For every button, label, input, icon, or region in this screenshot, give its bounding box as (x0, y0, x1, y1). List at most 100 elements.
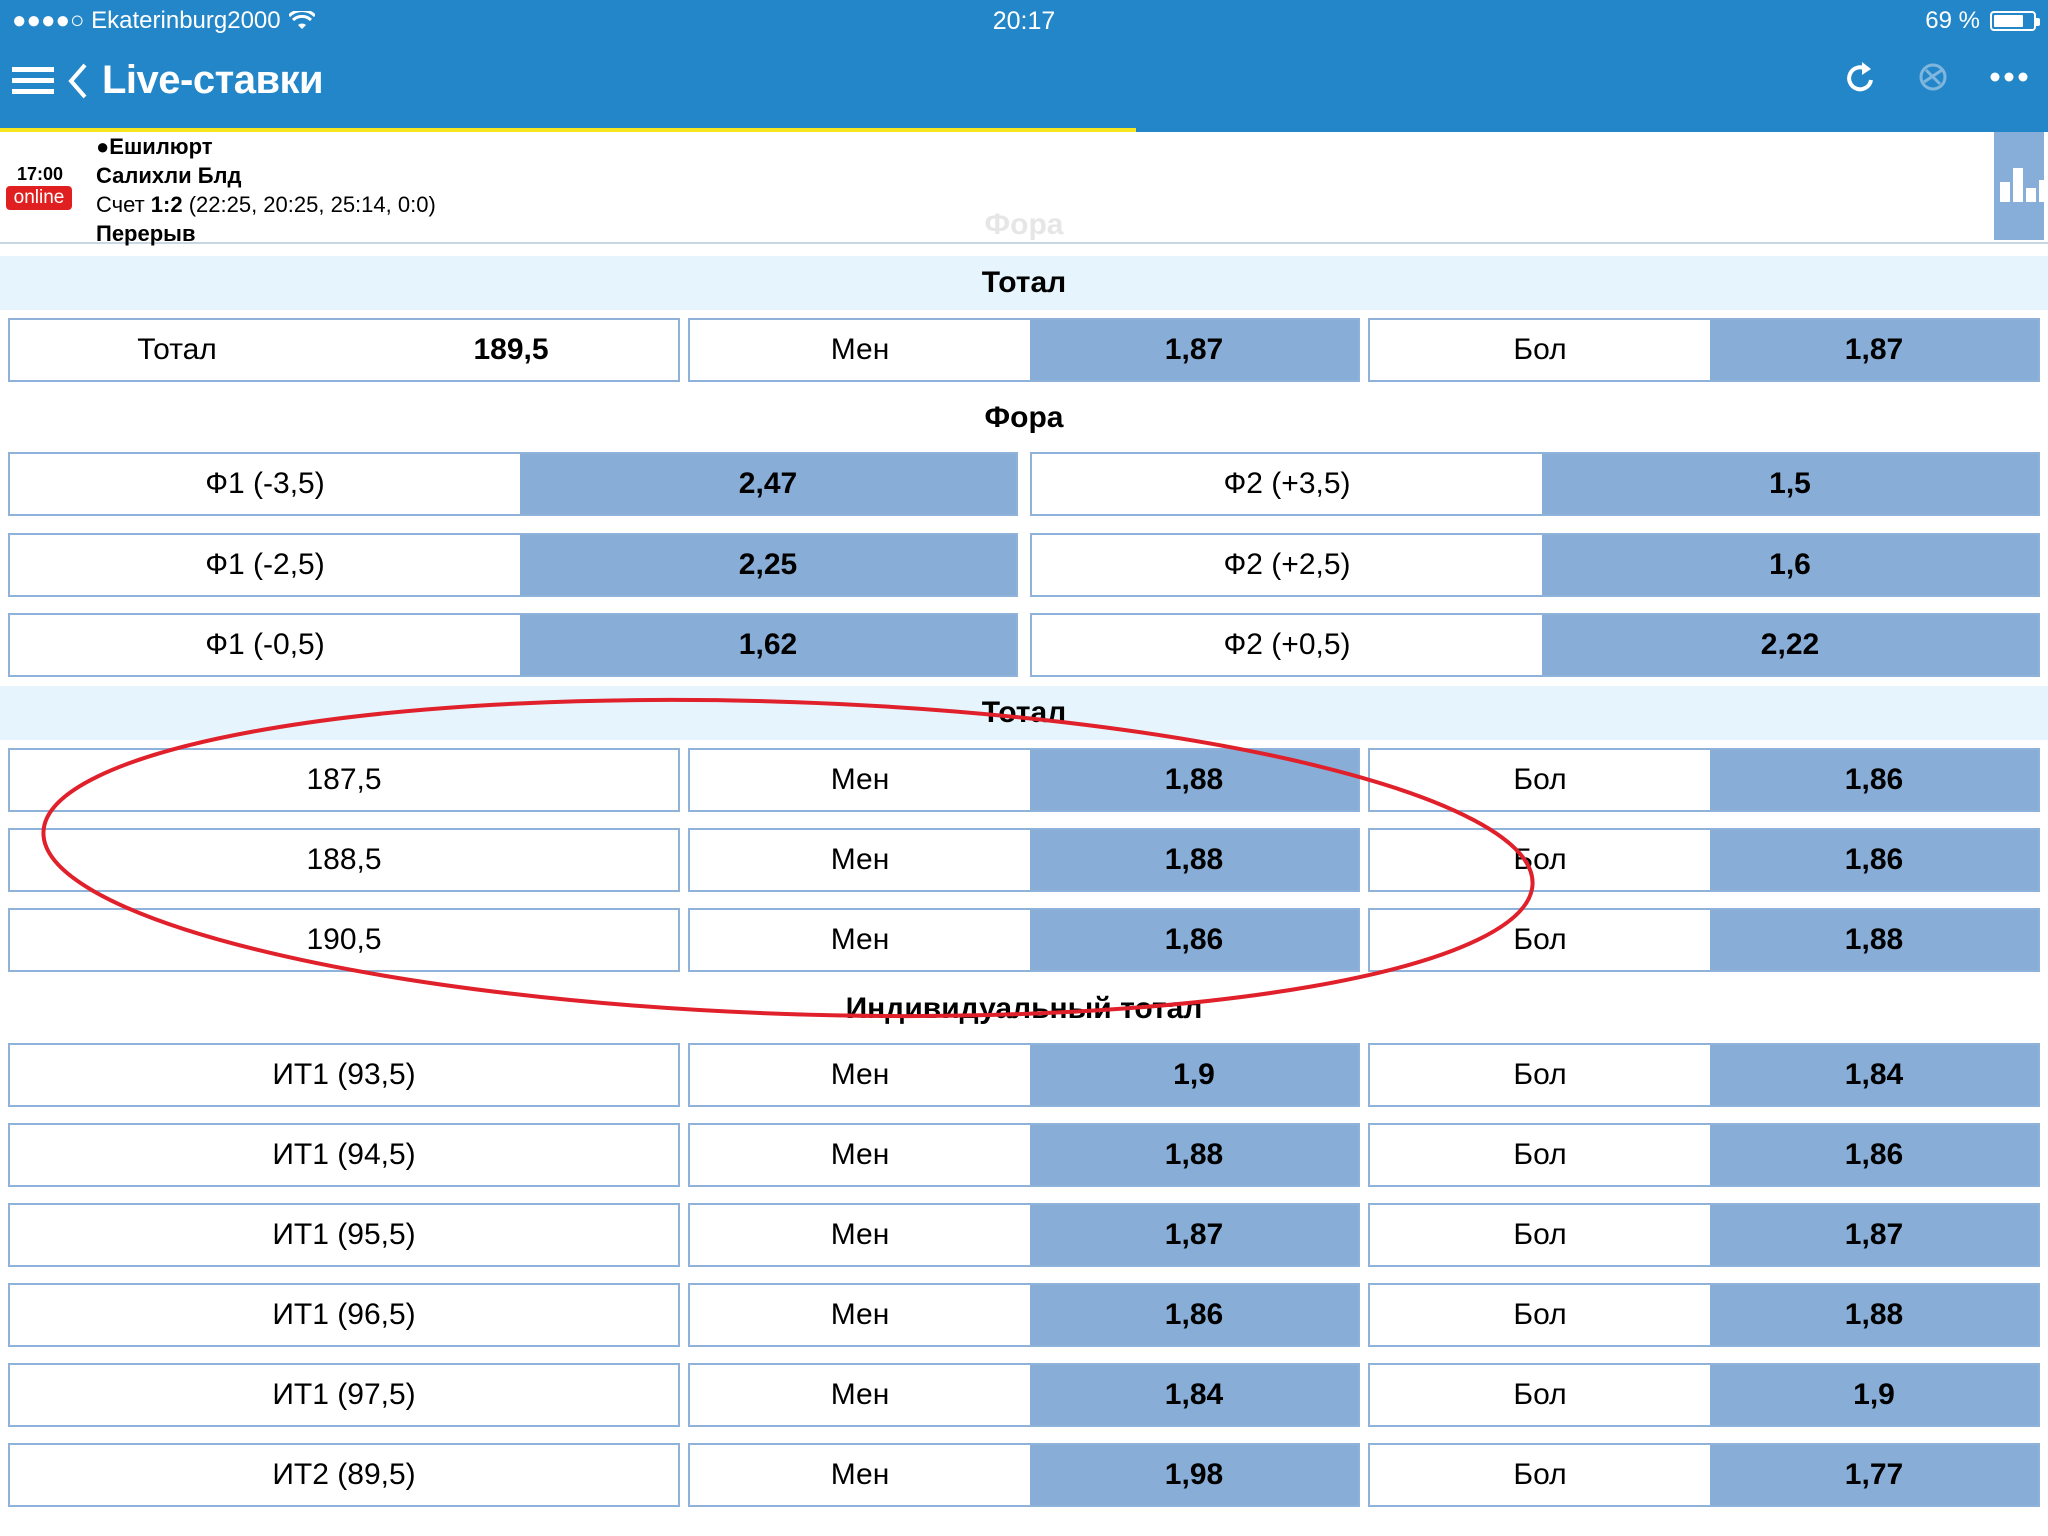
handicap-f2-button[interactable]: Ф2 (+3,5) 1,5 (1030, 452, 2040, 516)
over-odd: 1,84 (1710, 1045, 2038, 1105)
over-label: Бол (1513, 843, 1567, 876)
battery-icon (1990, 11, 2040, 31)
over-label: Бол (1513, 923, 1567, 956)
over-label: Бол (1513, 1138, 1567, 1171)
total-alt-line-cell: 187,5 (8, 748, 680, 812)
individual-total-line-label: ИТ1 (96,5) (272, 1298, 416, 1331)
individual-total-line-cell: ИТ1 (93,5) (8, 1043, 680, 1107)
under-label: Мен (830, 923, 890, 956)
under-odd: 1,86 (1030, 1285, 1358, 1345)
battery-group: 69 % (1925, 7, 2040, 35)
under-label: Мен (830, 843, 890, 876)
total-alt-over-button[interactable]: Бол 1,86 (1368, 748, 2040, 812)
status-bar: ●●●●○ Ekaterinburg2000 20:17 69 % (0, 0, 2048, 40)
under-label: Мен (830, 1458, 890, 1491)
total-alt-line-label: 188,5 (306, 843, 382, 876)
individual-total-under-button[interactable]: Мен 1,98 (688, 1443, 1360, 1507)
total-alt-row: 187,5 Мен 1,88 Бол 1,86 (8, 748, 2040, 812)
individual-total-line-label: ИТ2 (89,5) (272, 1458, 416, 1491)
over-odd: 1,86 (1710, 750, 2038, 810)
individual-total-line-label: ИТ1 (97,5) (272, 1378, 416, 1411)
nav-right-group (1844, 60, 2028, 94)
total-main-over-button[interactable]: Бол 1,87 (1368, 318, 2040, 382)
under-label: Мен (830, 1298, 890, 1331)
under-odd: 1,88 (1030, 1125, 1358, 1185)
total-alt-row: 190,5 Мен 1,86 Бол 1,88 (8, 908, 2040, 972)
handicap-f1-button[interactable]: Ф1 (-0,5) 1,62 (8, 613, 1018, 677)
handicap-row: Ф1 (-2,5) 2,25 Ф2 (+2,5) 1,6 (8, 533, 2040, 597)
handicap-odd: 2,22 (1542, 615, 2038, 675)
individual-total-row: ИТ1 (95,5) Мен 1,87 Бол 1,87 (8, 1203, 2040, 1267)
under-label: Мен (830, 763, 890, 796)
team2-name: Салихли Блд (96, 163, 242, 188)
total-alt-over-button[interactable]: Бол 1,88 (1368, 908, 2040, 972)
handicap-f1-button[interactable]: Ф1 (-3,5) 2,47 (8, 452, 1018, 516)
under-label: Мен (830, 1218, 890, 1251)
individual-total-over-button[interactable]: Бол 1,86 (1368, 1123, 2040, 1187)
over-odd: 1,86 (1710, 830, 2038, 890)
individual-total-over-button[interactable]: Бол 1,9 (1368, 1363, 2040, 1427)
match-header[interactable]: 17:00 online ●Ешилюрт Салихли Блд Счет 1… (0, 132, 2048, 246)
total-alt-under-button[interactable]: Мен 1,88 (688, 828, 1360, 892)
under-odd: 1,88 (1030, 830, 1358, 890)
handicap-f2-button[interactable]: Ф2 (+2,5) 1,6 (1030, 533, 2040, 597)
under-odd: 1,84 (1030, 1365, 1358, 1425)
individual-total-under-button[interactable]: Мен 1,87 (688, 1203, 1360, 1267)
individual-total-under-button[interactable]: Мен 1,84 (688, 1363, 1360, 1427)
back-chevron-icon[interactable] (68, 63, 88, 99)
total-alt-line-label: 187,5 (306, 763, 382, 796)
handicap-odd: 2,25 (520, 535, 1016, 595)
under-odd: 1,9 (1030, 1045, 1358, 1105)
nav-left-group: Live-ставки (12, 58, 324, 103)
total-alt-under-button[interactable]: Мен 1,86 (688, 908, 1360, 972)
handicap-label: Ф2 (+3,5) (1223, 467, 1351, 500)
online-badge: online (6, 186, 72, 210)
over-label: Бол (1513, 1458, 1567, 1491)
individual-total-line-label: ИТ1 (94,5) (272, 1138, 416, 1171)
statistics-button[interactable] (1994, 132, 2048, 240)
total-alt-over-button[interactable]: Бол 1,86 (1368, 828, 2040, 892)
over-odd: 1,9 (1710, 1365, 2038, 1425)
individual-total-over-button[interactable]: Бол 1,77 (1368, 1443, 2040, 1507)
menu-icon[interactable] (12, 66, 54, 96)
under-odd: 1,98 (1030, 1445, 1358, 1505)
handicap-f2-button[interactable]: Ф2 (+0,5) 2,22 (1030, 613, 2040, 677)
handicap-f1-button[interactable]: Ф1 (-2,5) 2,25 (8, 533, 1018, 597)
total-alt-under-button[interactable]: Мен 1,88 (688, 748, 1360, 812)
section-heading-individual-total: Индивидуальный тотал (845, 992, 1203, 1025)
over-odd: 1,87 (1710, 320, 2038, 380)
statistics-icon (2000, 168, 2048, 202)
individual-total-line-cell: ИТ1 (95,5) (8, 1203, 680, 1267)
individual-total-over-button[interactable]: Бол 1,84 (1368, 1043, 2040, 1107)
under-odd: 1,87 (1030, 320, 1358, 380)
individual-total-over-button[interactable]: Бол 1,87 (1368, 1203, 2040, 1267)
total-alt-row: 188,5 Мен 1,88 Бол 1,86 (8, 828, 2040, 892)
over-label: Бол (1513, 1378, 1567, 1411)
over-label: Бол (1513, 1058, 1567, 1091)
refresh-icon[interactable] (1844, 60, 1876, 94)
page-title: Live-ставки (102, 58, 324, 102)
over-odd: 1,88 (1710, 910, 2038, 970)
total-alt-line-cell: 188,5 (8, 828, 680, 892)
handicap-label: Ф2 (+0,5) (1223, 628, 1351, 661)
more-icon[interactable] (1990, 72, 2028, 82)
handicap-label: Ф1 (-0,5) (205, 628, 325, 661)
broadcast-icon[interactable] (1916, 60, 1950, 94)
individual-total-under-button[interactable]: Мен 1,9 (688, 1043, 1360, 1107)
individual-total-line-cell: ИТ2 (89,5) (8, 1443, 680, 1507)
total-main-under-button[interactable]: Мен 1,87 (688, 318, 1360, 382)
over-odd: 1,86 (1710, 1125, 2038, 1185)
individual-total-row: ИТ1 (97,5) Мен 1,84 Бол 1,9 (8, 1363, 2040, 1427)
individual-total-line-label: ИТ1 (95,5) (272, 1218, 416, 1251)
total-main-row: Тотал 189,5 Мен 1,87 Бол 1,87 (8, 318, 2040, 382)
individual-total-under-button[interactable]: Мен 1,88 (688, 1123, 1360, 1187)
over-label: Бол (1513, 333, 1567, 366)
individual-total-under-button[interactable]: Мен 1,86 (688, 1283, 1360, 1347)
handicap-odd: 2,47 (520, 454, 1016, 514)
individual-total-over-button[interactable]: Бол 1,88 (1368, 1283, 2040, 1347)
total-main-label: Тотал (137, 333, 217, 366)
battery-percent: 69 % (1925, 7, 1980, 34)
individual-total-row: ИТ2 (89,5) Мен 1,98 Бол 1,77 (8, 1443, 2040, 1507)
total-alt-line-label: 190,5 (306, 923, 382, 956)
nav-bar: Live-ставки (0, 40, 2048, 128)
